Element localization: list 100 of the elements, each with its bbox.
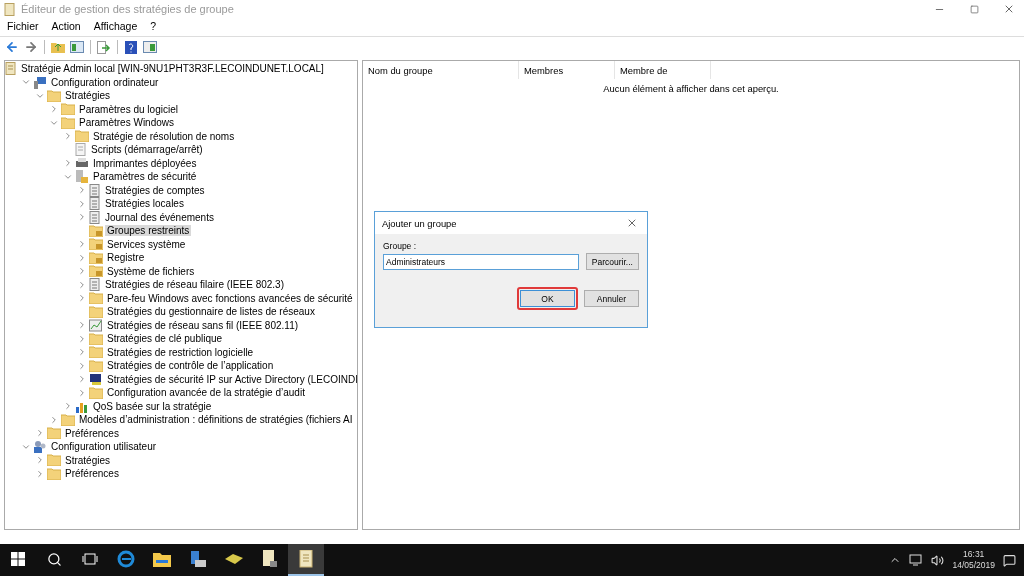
expand-chevron-icon[interactable] (77, 347, 87, 358)
folder-icon (61, 103, 75, 116)
expand-chevron-icon[interactable] (77, 320, 87, 331)
folder-icon (89, 332, 103, 345)
folder-icon[interactable] (153, 551, 171, 567)
expand-chevron-icon[interactable] (77, 333, 87, 344)
folder-icon (47, 454, 61, 467)
browser-icon[interactable] (117, 550, 135, 568)
tree-item[interactable]: Pare-feu Windows avec fonctions avancées de sécurité (105, 292, 355, 304)
expand-chevron-icon[interactable] (49, 414, 59, 425)
expand-chevron-icon[interactable] (77, 239, 87, 250)
tree-item[interactable]: Système de fichiers (105, 265, 197, 277)
tree-item[interactable]: Préférences (63, 468, 121, 480)
help-icon[interactable] (125, 40, 137, 54)
locked-folder-icon (89, 224, 103, 237)
tool-icon[interactable] (224, 553, 244, 565)
forward-icon[interactable] (24, 40, 38, 54)
tree-item[interactable]: Stratégies de sécurité IP sur Active Directory (LECOINDI (105, 373, 357, 385)
expand-chevron-icon[interactable] (49, 104, 59, 115)
view-panel-icon[interactable] (143, 41, 157, 53)
tree-item[interactable]: Paramètres de sécurité (91, 171, 199, 183)
tree-item[interactable]: Préférences (63, 427, 121, 439)
browse-button[interactable]: Parcourir... (585, 253, 639, 270)
up-folder-icon[interactable] (51, 41, 65, 53)
tree-item[interactable]: Stratégies de comptes (103, 184, 207, 196)
expand-chevron-icon[interactable] (77, 360, 87, 371)
document-icon[interactable] (262, 550, 278, 568)
tree-item[interactable]: Stratégies de restriction logicielle (105, 346, 256, 358)
tree-item[interactable]: Modèles d’administration : définitions de stratégies (fichiers AI (77, 414, 355, 426)
maximize-icon[interactable] (969, 4, 979, 14)
volume-icon[interactable] (931, 553, 945, 567)
folder-icon (47, 467, 61, 480)
cancel-button[interactable]: Annuler (584, 290, 639, 307)
expand-chevron-icon[interactable] (77, 212, 87, 223)
expand-chevron-icon[interactable] (63, 158, 73, 169)
network-icon[interactable] (909, 554, 924, 566)
tree-item[interactable]: Stratégies (63, 454, 113, 466)
expand-chevron-icon[interactable] (77, 279, 87, 290)
expand-chevron-icon[interactable] (35, 428, 45, 439)
expand-chevron-icon[interactable] (77, 198, 87, 209)
back-icon[interactable] (5, 40, 19, 54)
document-icon[interactable] (298, 550, 314, 568)
tree-item[interactable]: Services système (105, 238, 188, 250)
close-icon[interactable] (626, 217, 638, 229)
column-header[interactable]: Membres (519, 61, 615, 79)
expand-chevron-icon[interactable] (77, 185, 87, 196)
tree-item[interactable]: Stratégies (63, 90, 113, 102)
users-icon (33, 440, 47, 454)
locked-folder-icon (89, 251, 103, 264)
tree-item[interactable]: Stratégies de réseau filaire (IEEE 802.3) (103, 279, 286, 291)
windows-logo-icon[interactable] (11, 552, 25, 566)
tree-item[interactable]: Paramètres Windows (77, 117, 177, 129)
server-icon[interactable] (189, 550, 207, 568)
tree-item[interactable]: Stratégie de résolution de noms (91, 130, 237, 142)
tree-item[interactable]: Registre (105, 252, 147, 264)
tree-item[interactable]: Configuration ordinateur (49, 76, 161, 88)
menu-item[interactable]: ? (150, 20, 157, 32)
tree-item[interactable]: Stratégie Admin local [WIN-9NU1PHT3R3F.LECOINDUNET.LOCAL] (19, 63, 326, 75)
tree-item[interactable]: Paramètres du logiciel (77, 103, 180, 115)
task-view-icon[interactable] (82, 553, 98, 565)
locked-folder-icon (89, 238, 103, 251)
expand-chevron-icon[interactable] (77, 252, 87, 263)
expand-chevron-icon[interactable] (77, 266, 87, 277)
folder-icon (89, 292, 103, 305)
folder-icon (47, 427, 61, 440)
expand-chevron-icon[interactable] (77, 293, 87, 304)
tree-item[interactable]: Scripts (démarrage/arrêt) (89, 144, 205, 156)
expand-chevron-icon[interactable] (35, 455, 45, 466)
close-icon[interactable] (1003, 3, 1015, 15)
expand-chevron-icon[interactable] (77, 387, 87, 398)
tree-item[interactable]: Configuration avancée de la stratégie d’audit (105, 387, 307, 399)
group-field[interactable]: Administrateurs (383, 254, 579, 270)
document-icon (89, 278, 101, 292)
field-label: Groupe : (383, 241, 418, 251)
tree-item[interactable]: Stratégies de clé publique (105, 333, 225, 345)
tree-item[interactable]: Stratégies du gestionnaire de listes de réseaux (105, 306, 317, 318)
tree-item[interactable]: Configuration utilisateur (49, 441, 159, 453)
ok-button[interactable]: OK (520, 290, 575, 307)
expand-chevron-icon[interactable] (77, 374, 87, 385)
tree-item[interactable]: Journal des événements (103, 211, 216, 223)
expand-chevron-icon[interactable] (63, 131, 73, 142)
menu-item[interactable]: Affichage (93, 20, 138, 32)
expand-chevron-icon[interactable] (35, 468, 45, 479)
tree-item[interactable]: Stratégies locales (103, 198, 186, 210)
clock[interactable]: 16:31 14/05/2019 (952, 549, 995, 571)
tree-item[interactable]: QoS basée sur la stratégie (91, 400, 214, 412)
tree-item[interactable]: Stratégies de réseau sans fil (IEEE 802.11) (105, 319, 301, 331)
console-tree-icon[interactable] (70, 41, 84, 53)
column-header[interactable]: Nom du groupe (363, 61, 519, 79)
expand-chevron-icon[interactable] (63, 401, 73, 412)
document-icon (89, 210, 101, 224)
menu-item[interactable]: Fichier (7, 20, 39, 32)
column-header[interactable]: Membre de (615, 61, 711, 79)
notification-icon[interactable] (1003, 553, 1016, 567)
menu-item[interactable]: Action (51, 20, 81, 32)
tree-item[interactable]: Imprimantes déployées (91, 157, 199, 169)
tree-item[interactable]: Groupes restreints (105, 225, 192, 237)
export-icon[interactable] (97, 40, 111, 54)
tree-item[interactable]: Stratégies de contrôle de l’application (105, 360, 276, 372)
search-icon[interactable] (46, 551, 62, 567)
